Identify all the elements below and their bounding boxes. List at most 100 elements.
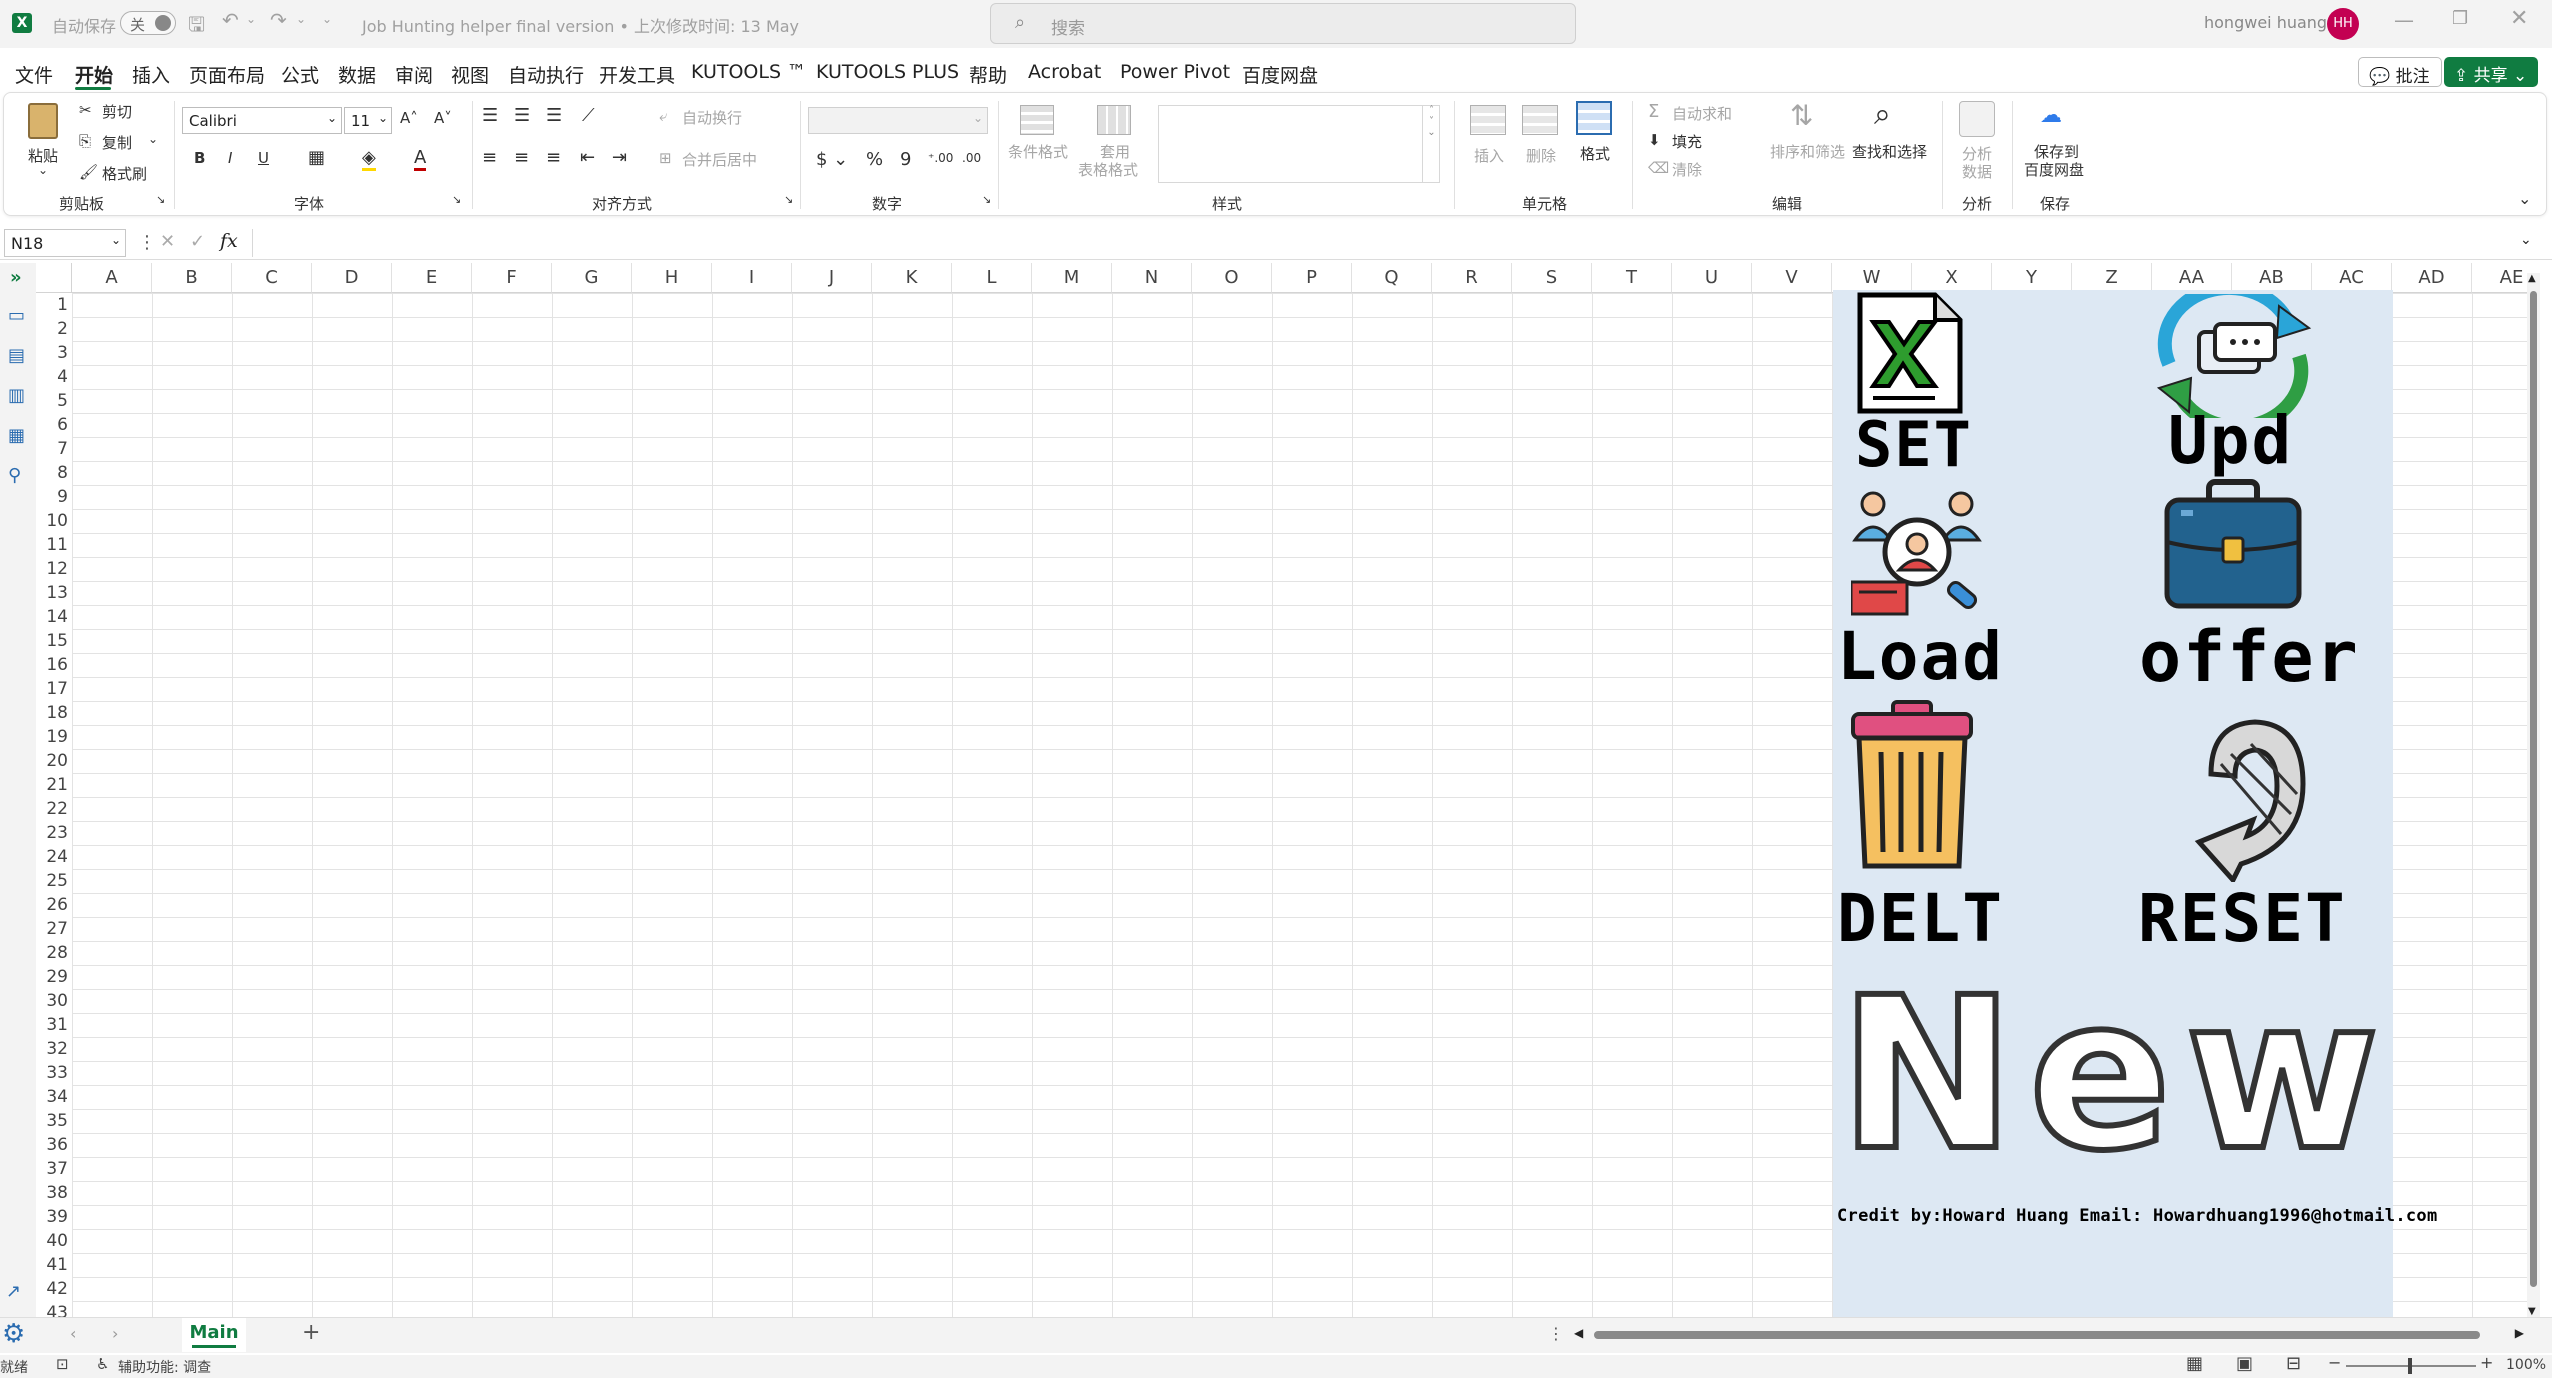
tab-options-icon[interactable]: ⋮	[1548, 1324, 1564, 1343]
vertical-scroll-thumb[interactable]	[2530, 291, 2537, 1287]
customize-qat-icon[interactable]: ⌄	[322, 12, 332, 26]
tab-acrobat[interactable]: Acrobat	[1028, 61, 1101, 83]
column-header[interactable]: S	[1512, 263, 1592, 293]
align-left-icon[interactable]: ≡	[482, 147, 497, 168]
column-header[interactable]: X	[1912, 263, 1992, 293]
zoom-slider-thumb[interactable]	[2408, 1358, 2412, 1374]
user-name[interactable]: hongwei huang	[2204, 13, 2327, 32]
row-header[interactable]: 10	[38, 509, 72, 533]
accessibility-icon[interactable]: ♿	[96, 1355, 109, 1373]
excel-document-icon[interactable]	[1855, 292, 1965, 414]
undo-icon[interactable]: ↶	[222, 8, 239, 32]
row-header[interactable]: 26	[38, 893, 72, 917]
format-cells-icon[interactable]	[1576, 101, 1612, 135]
clear-icon[interactable]: ⌫	[1648, 159, 1669, 177]
row-header[interactable]: 43	[38, 1301, 72, 1317]
wrap-text-button[interactable]: 自动换行	[682, 107, 742, 128]
column-header[interactable]: G	[552, 263, 632, 293]
zoom-slider[interactable]	[2346, 1358, 2476, 1374]
load-label[interactable]: Load	[1837, 618, 2004, 695]
zoom-level[interactable]: 100%	[2506, 1357, 2546, 1373]
name-box[interactable]: N18 ⌄	[4, 229, 126, 257]
chat-refresh-icon[interactable]	[2149, 294, 2319, 418]
redo-dropdown-icon[interactable]: ⌄	[296, 12, 306, 26]
page-layout-view-icon[interactable]: ▣	[2236, 1353, 2253, 1374]
cancel-formula-icon[interactable]: ✕	[160, 231, 175, 252]
clipboard-launcher-icon[interactable]: ↘	[156, 193, 165, 206]
row-header[interactable]: 4	[38, 365, 72, 389]
delt-label[interactable]: DELT	[1837, 880, 2004, 957]
row-header[interactable]: 33	[38, 1061, 72, 1085]
border-icon[interactable]: ▦	[308, 147, 325, 168]
fill-color-icon[interactable]: ◈	[362, 147, 376, 171]
row-header[interactable]: 22	[38, 797, 72, 821]
column-header[interactable]: Z	[2072, 263, 2152, 293]
sheet-tab-main[interactable]: Main	[182, 1318, 246, 1352]
autosave-toggle[interactable]: 关	[120, 11, 176, 35]
upd-label[interactable]: Upd	[2168, 402, 2293, 479]
row-header[interactable]: 2	[38, 317, 72, 341]
column-header[interactable]: Q	[1352, 263, 1432, 293]
confirm-formula-icon[interactable]: ✓	[190, 231, 205, 252]
macro-record-icon[interactable]: ⊡	[56, 1355, 69, 1373]
decrease-font-icon[interactable]: A˅	[434, 109, 452, 127]
autosum-button[interactable]: 自动求和	[1672, 103, 1732, 124]
search-box[interactable]: ⌕ 搜索	[990, 3, 1576, 44]
collapse-ribbon-icon[interactable]: ⌄	[2518, 189, 2531, 208]
scroll-right-icon[interactable]: ▶	[2515, 1326, 2524, 1340]
column-header[interactable]: N	[1112, 263, 1192, 293]
horizontal-scrollbar[interactable]: ◀ ▶	[1574, 1326, 2524, 1342]
italic-icon[interactable]: I	[228, 149, 232, 167]
minimize-icon[interactable]: —	[2394, 8, 2414, 32]
column-header[interactable]: L	[952, 263, 1032, 293]
row-header[interactable]: 24	[38, 845, 72, 869]
copy-dropdown-icon[interactable]: ⌄	[148, 132, 158, 146]
workbook-sheets-icon[interactable]: ▭	[8, 305, 25, 326]
row-header[interactable]: 25	[38, 869, 72, 893]
cut-icon[interactable]: ✂	[79, 101, 92, 119]
tab-kutools[interactable]: KUTOOLS ™	[691, 61, 806, 83]
row-header[interactable]: 34	[38, 1085, 72, 1109]
align-right-icon[interactable]: ≡	[546, 147, 561, 168]
cell-styles-gallery[interactable]	[1158, 105, 1440, 183]
row-header[interactable]: 15	[38, 629, 72, 653]
number-format-combo[interactable]: ⌄	[808, 107, 988, 134]
reset-arrow-icon[interactable]	[2171, 714, 2311, 882]
share-button[interactable]: ⇪ 共享 ⌄	[2444, 57, 2538, 87]
accessibility-status[interactable]: 辅助功能: 调查	[118, 1357, 211, 1377]
align-bottom-icon[interactable]: ☰	[546, 105, 562, 126]
people-search-icon[interactable]	[1851, 490, 1983, 622]
column-header[interactable]: F	[472, 263, 552, 293]
fill-button[interactable]: 填充	[1672, 131, 1702, 152]
row-header[interactable]: 31	[38, 1013, 72, 1037]
analyze-data-icon[interactable]	[1959, 101, 1995, 137]
currency-icon[interactable]: $ ⌄	[816, 149, 848, 170]
column-header[interactable]: Y	[1992, 263, 2072, 293]
save-icon[interactable]: 🖫	[188, 10, 205, 44]
row-header[interactable]: 13	[38, 581, 72, 605]
underline-icon[interactable]: U	[258, 149, 269, 167]
expand-pane-icon[interactable]: »	[10, 267, 22, 288]
tab-page-layout[interactable]: 页面布局	[189, 61, 265, 88]
baidu-cloud-icon[interactable]: ☁	[2040, 103, 2062, 128]
find-replace-icon[interactable]: ⚲	[8, 465, 21, 486]
vertical-scrollbar[interactable]: ▲ ▼	[2527, 273, 2540, 1317]
trash-can-icon[interactable]	[1849, 700, 1975, 870]
row-header[interactable]: 7	[38, 437, 72, 461]
format-cells-button[interactable]: 格式	[1580, 143, 1610, 164]
clear-button[interactable]: 清除	[1672, 159, 1702, 180]
insert-cells-button[interactable]: 插入	[1474, 145, 1504, 166]
copy-button[interactable]: 复制	[102, 132, 132, 153]
row-header[interactable]: 11	[38, 533, 72, 557]
column-header[interactable]: K	[872, 263, 952, 293]
expand-formula-icon[interactable]: ⌄	[2520, 232, 2532, 248]
align-top-icon[interactable]: ☰	[482, 105, 498, 126]
row-header[interactable]: 20	[38, 749, 72, 773]
row-header[interactable]: 9	[38, 485, 72, 509]
user-avatar[interactable]: HH	[2327, 8, 2359, 40]
external-link-icon[interactable]: ↗	[6, 1281, 21, 1302]
conditional-format-icon[interactable]	[1020, 105, 1054, 135]
font-name-combo[interactable]: Calibri ⌄	[182, 107, 342, 134]
row-header[interactable]: 21	[38, 773, 72, 797]
column-header[interactable]: H	[632, 263, 712, 293]
